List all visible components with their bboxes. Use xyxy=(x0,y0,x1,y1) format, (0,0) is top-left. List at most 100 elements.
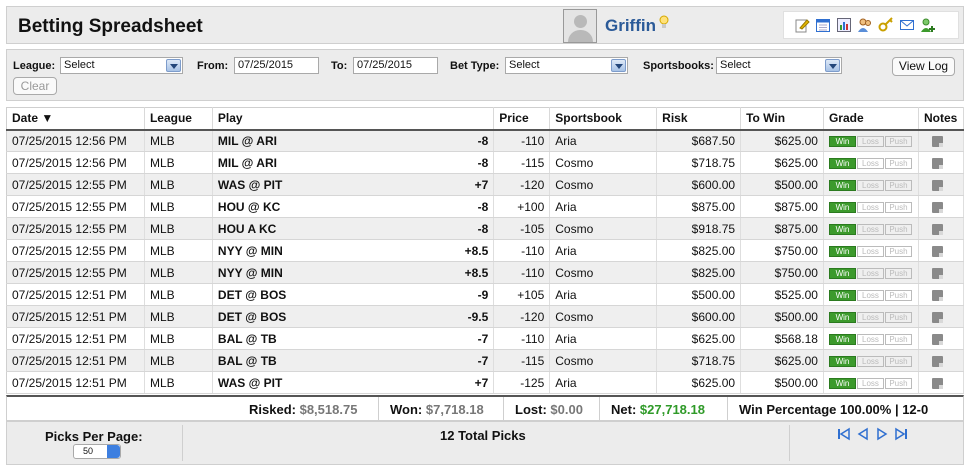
key-icon[interactable] xyxy=(878,17,894,33)
last-page-icon[interactable] xyxy=(894,427,908,441)
grade-push-button[interactable]: Push xyxy=(884,136,912,148)
note-icon[interactable] xyxy=(931,333,943,345)
grade-push-button[interactable]: Push xyxy=(884,223,912,235)
grade-push-button[interactable]: Push xyxy=(884,179,912,191)
cell-grade: Win Loss Push xyxy=(823,327,919,350)
note-icon[interactable] xyxy=(931,289,943,301)
grade-win-button[interactable]: Win xyxy=(828,333,856,345)
page-header: Betting Spreadsheet Griffin xyxy=(6,6,964,44)
users-icon[interactable] xyxy=(857,17,873,33)
previous-page-icon[interactable] xyxy=(856,427,870,441)
grade-win-button[interactable]: Win xyxy=(828,179,856,191)
note-icon[interactable] xyxy=(931,179,943,191)
play-teams: BAL @ TB xyxy=(217,331,277,346)
grade-push-button[interactable]: Push xyxy=(884,267,912,279)
mail-icon[interactable] xyxy=(899,17,915,33)
picks-per-page-select[interactable]: 50 xyxy=(73,444,121,459)
cell-risk: $718.75 xyxy=(656,151,742,174)
grade-push-button[interactable]: Push xyxy=(884,157,912,169)
won-label: Won: xyxy=(390,402,423,417)
grade-win-button[interactable]: Win xyxy=(828,377,856,389)
chart-icon[interactable] xyxy=(836,17,852,33)
calendar-icon[interactable] xyxy=(815,17,831,33)
from-date-input[interactable]: 07/25/2015 xyxy=(234,57,319,74)
column-header-risk[interactable]: Risk xyxy=(656,107,742,131)
cell-league: MLB xyxy=(144,371,213,394)
cell-sportsbook: Aria xyxy=(549,327,658,350)
play-teams: DET @ BOS xyxy=(217,287,287,302)
grade-push-button[interactable]: Push xyxy=(884,289,912,301)
grade-loss-button[interactable]: Loss xyxy=(856,377,884,389)
next-page-icon[interactable] xyxy=(875,427,889,441)
grade-win-button[interactable]: Win xyxy=(828,289,856,301)
edit-icon[interactable] xyxy=(794,17,810,33)
cell-grade: Win Loss Push xyxy=(823,371,919,394)
cell-to-win: $500.00 xyxy=(740,173,824,196)
cell-price: +100 xyxy=(493,195,551,218)
cell-date: 07/25/2015 12:56 PM xyxy=(6,129,145,152)
grade-loss-button[interactable]: Loss xyxy=(856,136,884,148)
note-icon[interactable] xyxy=(931,157,943,169)
username-link[interactable]: Griffin xyxy=(605,16,656,36)
first-page-icon[interactable] xyxy=(837,427,851,441)
grade-win-button[interactable]: Win xyxy=(828,223,856,235)
grade-win-button[interactable]: Win xyxy=(828,245,856,257)
note-icon[interactable] xyxy=(931,267,943,279)
note-icon[interactable] xyxy=(931,245,943,257)
bet-type-select[interactable]: Select xyxy=(505,57,628,74)
cell-league: MLB xyxy=(144,349,213,372)
sportsbooks-select[interactable]: Select xyxy=(716,57,842,74)
column-header-play[interactable]: Play xyxy=(212,107,495,131)
clear-button[interactable]: Clear xyxy=(13,77,57,95)
add-user-icon[interactable] xyxy=(920,17,936,33)
grade-loss-button[interactable]: Loss xyxy=(856,311,884,323)
cell-risk: $825.00 xyxy=(656,261,742,284)
grade-win-button[interactable]: Win xyxy=(828,157,856,169)
lightbulb-icon[interactable] xyxy=(659,15,669,29)
grade-push-button[interactable]: Push xyxy=(884,377,912,389)
play-spread: +8.5 xyxy=(464,243,489,258)
grade-loss-button[interactable]: Loss xyxy=(856,179,884,191)
grade-win-button[interactable]: Win xyxy=(828,201,856,213)
grade-push-button[interactable]: Push xyxy=(884,245,912,257)
play-spread: +7 xyxy=(474,177,489,192)
grade-loss-button[interactable]: Loss xyxy=(856,289,884,301)
grade-win-button[interactable]: Win xyxy=(828,267,856,279)
view-log-button[interactable]: View Log xyxy=(892,57,955,76)
grade-loss-button[interactable]: Loss xyxy=(856,245,884,257)
note-icon[interactable] xyxy=(931,223,943,235)
note-icon[interactable] xyxy=(931,377,943,389)
play-spread: -7 xyxy=(477,353,489,368)
pager xyxy=(837,427,908,441)
grade-loss-button[interactable]: Loss xyxy=(856,267,884,279)
column-header-price[interactable]: Price xyxy=(493,107,551,131)
grade-win-button[interactable]: Win xyxy=(828,355,856,367)
grade-loss-button[interactable]: Loss xyxy=(856,157,884,169)
note-icon[interactable] xyxy=(931,355,943,367)
grade-win-button[interactable]: Win xyxy=(828,311,856,323)
grade-push-button[interactable]: Push xyxy=(884,355,912,367)
column-header-to-win[interactable]: To Win xyxy=(740,107,824,131)
column-header-league[interactable]: League xyxy=(144,107,213,131)
to-date-input[interactable]: 07/25/2015 xyxy=(353,57,438,74)
note-icon[interactable] xyxy=(931,311,943,323)
cell-grade: Win Loss Push xyxy=(823,283,919,306)
grade-loss-button[interactable]: Loss xyxy=(856,201,884,213)
note-icon[interactable] xyxy=(931,201,943,213)
chevron-down-icon xyxy=(611,59,626,72)
note-icon[interactable] xyxy=(931,136,943,148)
cell-price: -110 xyxy=(493,327,551,350)
grade-loss-button[interactable]: Loss xyxy=(856,355,884,367)
grade-push-button[interactable]: Push xyxy=(884,201,912,213)
column-header-date[interactable]: Date ▼ xyxy=(6,107,145,131)
grade-loss-button[interactable]: Loss xyxy=(856,223,884,235)
league-select[interactable]: Select xyxy=(60,57,183,74)
avatar[interactable] xyxy=(563,9,597,43)
grade-push-button[interactable]: Push xyxy=(884,333,912,345)
grade-loss-button[interactable]: Loss xyxy=(856,333,884,345)
grade-win-button[interactable]: Win xyxy=(828,136,856,148)
column-header-sportsbook[interactable]: Sportsbook xyxy=(549,107,658,131)
grade-push-button[interactable]: Push xyxy=(884,311,912,323)
cell-date: 07/25/2015 12:51 PM xyxy=(6,327,145,350)
cell-notes xyxy=(918,261,965,284)
